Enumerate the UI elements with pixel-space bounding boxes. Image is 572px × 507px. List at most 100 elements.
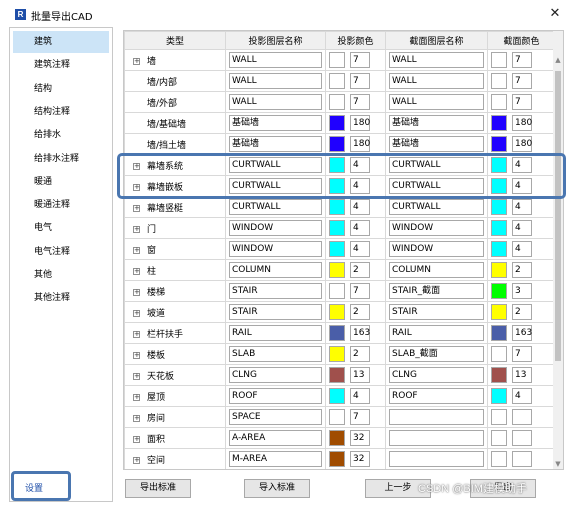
projection-color-index-input[interactable]: 7	[350, 283, 370, 299]
projection-layer-input[interactable]: 基础墙	[229, 136, 322, 152]
table-row[interactable]: + 窗 WINDOW 4 WINDOW 4	[124, 238, 556, 260]
table-row[interactable]: 墙/基础墙 基础墙 180 基础墙 180	[124, 112, 556, 134]
projection-color-swatch[interactable]	[329, 262, 345, 278]
import-standard-button[interactable]: 导入标准	[244, 479, 310, 498]
cut-layer-input[interactable]: WALL	[389, 73, 484, 89]
sidebar-item[interactable]: 给排水注释	[10, 148, 112, 170]
projection-color-swatch[interactable]	[329, 283, 345, 299]
sidebar-item[interactable]: 结构	[10, 78, 112, 100]
projection-color-swatch[interactable]	[329, 388, 345, 404]
sidebar-item[interactable]: 电气注释	[10, 241, 112, 263]
table-row[interactable]: + 幕墙竖梃 CURTWALL 4 CURTWALL 4	[124, 196, 556, 218]
projection-color-swatch[interactable]	[329, 52, 345, 68]
cut-color-index-input[interactable]: 4	[512, 199, 532, 215]
table-row[interactable]: + 屋顶 ROOF 4 ROOF 4	[124, 385, 556, 407]
cut-color-index-input[interactable]	[512, 409, 532, 425]
table-row[interactable]: + 楼梯 STAIR 7 STAIR_截面 3	[124, 280, 556, 302]
table-row[interactable]: 墙/挡土墙 基础墙 180 基础墙 180	[124, 133, 556, 155]
table-row[interactable]: + 面积 A-AREA 32	[124, 427, 556, 449]
table-row[interactable]: + 幕墙嵌板 CURTWALL 4 CURTWALL 4	[124, 175, 556, 197]
cut-color-swatch[interactable]	[491, 451, 507, 467]
cut-layer-input[interactable]: CLNG	[389, 367, 484, 383]
cut-color-index-input[interactable]: 4	[512, 220, 532, 236]
projection-color-swatch[interactable]	[329, 73, 345, 89]
expand-plus-icon[interactable]: +	[133, 225, 140, 233]
expand-plus-icon[interactable]: +	[133, 309, 140, 317]
cut-color-swatch[interactable]	[491, 115, 507, 131]
cut-layer-input[interactable]: CURTWALL	[389, 157, 484, 173]
cut-layer-input[interactable]: 基础墙	[389, 115, 484, 131]
cut-layer-input[interactable]: CURTWALL	[389, 178, 484, 194]
expand-plus-icon[interactable]: +	[133, 456, 140, 464]
expand-plus-icon[interactable]: +	[133, 351, 140, 359]
projection-layer-input[interactable]: CURTWALL	[229, 178, 322, 194]
expand-plus-icon[interactable]: +	[133, 393, 140, 401]
projection-layer-input[interactable]: CURTWALL	[229, 157, 322, 173]
projection-layer-input[interactable]: COLUMN	[229, 262, 322, 278]
projection-color-index-input[interactable]: 180	[350, 136, 370, 152]
projection-color-index-input[interactable]: 32	[350, 451, 370, 467]
projection-color-swatch[interactable]	[329, 178, 345, 194]
cut-color-swatch[interactable]	[491, 136, 507, 152]
cut-layer-input[interactable]: WALL	[389, 52, 484, 68]
scroll-down-icon[interactable]: ▼	[553, 459, 563, 469]
cut-color-index-input[interactable]	[512, 430, 532, 446]
projection-color-swatch[interactable]	[329, 94, 345, 110]
cut-layer-input[interactable]: RAIL	[389, 325, 484, 341]
projection-color-swatch[interactable]	[329, 199, 345, 215]
cut-color-swatch[interactable]	[491, 241, 507, 257]
cut-color-swatch[interactable]	[491, 262, 507, 278]
cut-layer-input[interactable]: STAIR	[389, 304, 484, 320]
projection-layer-input[interactable]: A-AREA	[229, 430, 322, 446]
table-row[interactable]: + 幕墙系统 CURTWALL 4 CURTWALL 4	[124, 154, 556, 176]
cut-layer-input[interactable]: STAIR_截面	[389, 283, 484, 299]
cut-color-swatch[interactable]	[491, 304, 507, 320]
cut-color-index-input[interactable]: 4	[512, 157, 532, 173]
cut-color-swatch[interactable]	[491, 157, 507, 173]
projection-layer-input[interactable]: RAIL	[229, 325, 322, 341]
expand-plus-icon[interactable]: +	[133, 435, 140, 443]
projection-color-index-input[interactable]: 7	[350, 52, 370, 68]
sidebar-item[interactable]: 暖通注释	[10, 194, 112, 216]
scrollbar-thumb[interactable]	[555, 71, 561, 361]
expand-plus-icon[interactable]: +	[133, 57, 140, 65]
sidebar-item[interactable]: 暖通	[10, 171, 112, 193]
projection-layer-input[interactable]: WALL	[229, 94, 322, 110]
projection-color-index-input[interactable]: 180	[350, 115, 370, 131]
cut-color-swatch[interactable]	[491, 388, 507, 404]
cut-color-swatch[interactable]	[491, 73, 507, 89]
expand-plus-icon[interactable]: +	[133, 414, 140, 422]
projection-color-swatch[interactable]	[329, 346, 345, 362]
table-row[interactable]: + 空间 M-AREA 32	[124, 448, 556, 469]
table-row[interactable]: + 房间 SPACE 7	[124, 406, 556, 428]
projection-layer-input[interactable]: WINDOW	[229, 220, 322, 236]
cut-layer-input[interactable]: WALL	[389, 94, 484, 110]
expand-plus-icon[interactable]: +	[133, 162, 140, 170]
cut-color-index-input[interactable]: 180	[512, 115, 532, 131]
table-row[interactable]: + 墙 WALL 7 WALL 7	[124, 49, 556, 71]
cut-color-index-input[interactable]: 4	[512, 178, 532, 194]
cut-color-swatch[interactable]	[491, 409, 507, 425]
expand-plus-icon[interactable]: +	[133, 372, 140, 380]
cut-color-index-input[interactable]: 4	[512, 388, 532, 404]
cut-layer-input[interactable]: 基础墙	[389, 136, 484, 152]
settings-button[interactable]: 设置	[25, 481, 43, 494]
cut-layer-input[interactable]: SLAB_截面	[389, 346, 484, 362]
cut-color-index-input[interactable]: 3	[512, 283, 532, 299]
cut-layer-input[interactable]: COLUMN	[389, 262, 484, 278]
projection-layer-input[interactable]: CURTWALL	[229, 199, 322, 215]
projection-layer-input[interactable]: WALL	[229, 52, 322, 68]
close-icon[interactable]: ✕	[547, 6, 563, 22]
projection-color-index-input[interactable]: 4	[350, 157, 370, 173]
projection-color-swatch[interactable]	[329, 136, 345, 152]
cut-layer-input[interactable]: CURTWALL	[389, 199, 484, 215]
cut-layer-input[interactable]	[389, 451, 484, 467]
cut-color-index-input[interactable]	[512, 451, 532, 467]
projection-color-index-input[interactable]: 4	[350, 388, 370, 404]
projection-color-swatch[interactable]	[329, 241, 345, 257]
projection-color-index-input[interactable]: 32	[350, 430, 370, 446]
cut-color-index-input[interactable]: 4	[512, 241, 532, 257]
expand-plus-icon[interactable]: +	[133, 183, 140, 191]
scroll-up-icon[interactable]: ▲	[553, 55, 563, 65]
cut-color-swatch[interactable]	[491, 283, 507, 299]
